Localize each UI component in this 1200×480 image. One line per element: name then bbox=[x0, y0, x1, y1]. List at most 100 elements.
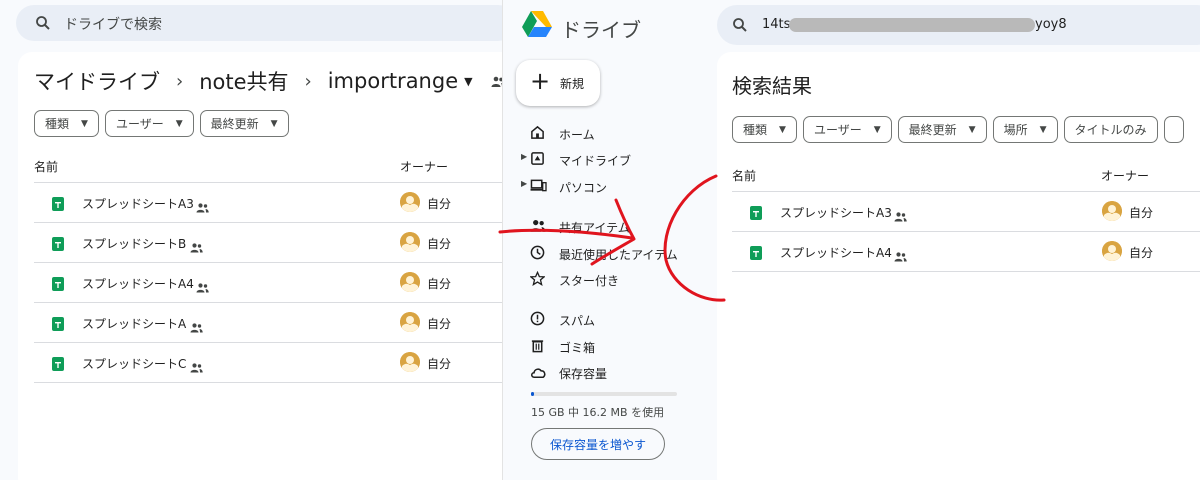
shared-people-icon bbox=[894, 247, 907, 266]
sidebar-item-storage[interactable]: 保存容量 bbox=[503, 361, 718, 385]
sidebar-item-label: マイドライブ bbox=[559, 154, 632, 168]
filter-user[interactable]: ユーザー ▼ bbox=[802, 116, 892, 143]
sidebar-item-my-drive[interactable]: ▶ マイドライブ bbox=[503, 148, 718, 172]
new-button-label: 新規 bbox=[560, 77, 585, 91]
breadcrumb-my-drive[interactable]: マイドライブ bbox=[34, 66, 160, 96]
sidebar-item-label: 最近使用したアイテム bbox=[559, 248, 678, 262]
computer-icon bbox=[530, 178, 547, 197]
filter-modified-label: 最終更新 bbox=[210, 117, 259, 131]
breadcrumb-note-shared[interactable]: note共有 bbox=[199, 66, 288, 96]
owner-avatar bbox=[400, 232, 420, 252]
filter-title-only[interactable]: タイトルのみ bbox=[1063, 116, 1158, 143]
sidebar-item-label: 共有アイテム bbox=[559, 221, 630, 235]
owner-name: 自分 bbox=[427, 317, 452, 331]
sidebar-item-label: パソコン bbox=[559, 181, 608, 195]
table-row[interactable]: スプレッドシートA4 自分 bbox=[732, 232, 1200, 272]
breadcrumb-separator-icon: › bbox=[176, 70, 184, 92]
filter-type[interactable]: 種類 ▼ bbox=[34, 110, 99, 137]
right-drive-window: 14tsr yoy8 検索結果 種類 ▼ ユーザー ▼ 最終更新 ▼ 場所 ▼ タイトル… bbox=[717, 0, 1200, 480]
owner-avatar bbox=[400, 352, 420, 372]
search-icon bbox=[731, 16, 749, 38]
sidebar-item-computers[interactable]: ▶ パソコン bbox=[503, 175, 718, 199]
sidebar-item-trash[interactable]: ゴミ箱 bbox=[503, 335, 718, 359]
file-name: スプレッドシートC bbox=[82, 357, 187, 371]
sheets-file-icon bbox=[52, 196, 64, 215]
column-header-name[interactable]: 名前 bbox=[34, 158, 58, 175]
my-drive-icon bbox=[530, 151, 545, 170]
owner-name: 自分 bbox=[427, 277, 452, 291]
filter-modified-label: 最終更新 bbox=[908, 123, 957, 137]
redaction-mark bbox=[789, 18, 1035, 32]
breadcrumb-importrange[interactable]: importrange bbox=[328, 69, 458, 93]
filter-type[interactable]: 種類 ▼ bbox=[732, 116, 797, 143]
sidebar-item-label: スパム bbox=[559, 314, 596, 328]
get-more-storage-button[interactable]: 保存容量を増やす bbox=[531, 428, 665, 460]
filter-type-label: 種類 bbox=[45, 117, 70, 131]
dropdown-icon: ▼ bbox=[81, 118, 88, 129]
shared-people-icon bbox=[196, 278, 209, 297]
sidebar-item-label: ゴミ箱 bbox=[559, 341, 596, 355]
search-bar[interactable]: ドライブで検索 bbox=[16, 5, 516, 41]
sheets-file-icon bbox=[52, 276, 64, 295]
filter-modified[interactable]: 最終更新 ▼ bbox=[897, 116, 987, 143]
owner-avatar bbox=[400, 272, 420, 292]
table-row[interactable]: スプレッドシートA 自分 bbox=[34, 303, 518, 343]
owner-avatar bbox=[1102, 241, 1122, 261]
left-drive-window: ドライブで検索 マイドライブ › note共有 › importrange ▼ … bbox=[0, 0, 518, 480]
dropdown-icon: ▼ bbox=[873, 124, 881, 135]
table-row[interactable]: スプレッドシートA3 自分 bbox=[34, 183, 518, 223]
column-header-owner[interactable]: オーナー bbox=[400, 158, 448, 175]
cloud-icon bbox=[530, 364, 547, 383]
table-row[interactable]: スプレッドシートA3 自分 bbox=[732, 192, 1200, 232]
filter-more[interactable] bbox=[1163, 116, 1184, 143]
file-name: スプレッドシートA4 bbox=[82, 277, 194, 291]
owner-name: 自分 bbox=[427, 237, 452, 251]
filter-location-label: 場所 bbox=[1003, 123, 1028, 137]
sidebar-item-label: スター付き bbox=[559, 274, 620, 288]
filter-modified[interactable]: 最終更新 ▼ bbox=[199, 110, 289, 137]
owner-name: 自分 bbox=[427, 197, 452, 211]
owner-name: 自分 bbox=[427, 357, 452, 371]
filter-chips: 種類 ▼ ユーザー ▼ 最終更新 ▼ 場所 ▼ タイトルのみ bbox=[732, 116, 1184, 143]
sidebar-item-home[interactable]: ホーム bbox=[503, 122, 718, 146]
storage-usage-fill bbox=[531, 392, 534, 396]
owner-name: 自分 bbox=[1129, 246, 1154, 260]
clock-icon bbox=[530, 245, 545, 264]
sidebar-item-spam[interactable]: スパム bbox=[503, 308, 718, 332]
storage-usage-bar bbox=[531, 392, 677, 396]
expand-arrow-icon[interactable]: ▶ bbox=[521, 152, 527, 161]
table-row[interactable]: スプレッドシートC 自分 bbox=[34, 343, 518, 383]
drive-logo-icon bbox=[521, 10, 553, 42]
file-name: スプレッドシートA4 bbox=[780, 246, 892, 260]
sheets-file-icon bbox=[750, 205, 762, 224]
filter-user-label: ユーザー bbox=[813, 123, 862, 137]
sidebar-item-shared[interactable]: 共有アイテム bbox=[503, 215, 718, 239]
sidebar-item-label: ホーム bbox=[559, 128, 595, 142]
filter-location[interactable]: 場所 ▼ bbox=[992, 116, 1058, 143]
file-name: スプレッドシートA3 bbox=[780, 206, 892, 220]
column-header-owner[interactable]: オーナー bbox=[1101, 167, 1149, 184]
star-icon bbox=[529, 270, 546, 290]
new-button[interactable]: + 新規 bbox=[516, 60, 600, 106]
breadcrumb-separator-icon: › bbox=[304, 70, 312, 92]
dropdown-icon: ▼ bbox=[779, 124, 786, 135]
sidebar-item-starred[interactable]: スター付き bbox=[503, 268, 718, 292]
filter-chips: 種類 ▼ ユーザー ▼ 最終更新 ▼ bbox=[34, 110, 289, 137]
page-title: 検索結果 bbox=[732, 74, 812, 98]
sidebar-item-label: 保存容量 bbox=[559, 367, 608, 381]
caret-down-icon[interactable]: ▼ bbox=[464, 75, 472, 88]
table-row[interactable]: スプレッドシートA4 自分 bbox=[34, 263, 518, 303]
shared-people-icon bbox=[530, 218, 546, 237]
owner-name: 自分 bbox=[1129, 206, 1154, 220]
app-name: ドライブ bbox=[561, 18, 641, 42]
search-bar[interactable]: 14tsr yoy8 bbox=[717, 5, 1200, 45]
sheets-file-icon bbox=[750, 245, 762, 264]
expand-arrow-icon[interactable]: ▶ bbox=[521, 179, 527, 188]
search-placeholder: ドライブで検索 bbox=[64, 17, 162, 33]
sidebar-item-recent[interactable]: 最近使用したアイテム bbox=[503, 242, 718, 266]
column-header-name[interactable]: 名前 bbox=[732, 167, 756, 184]
file-name: スプレッドシートA3 bbox=[82, 197, 194, 211]
filter-user[interactable]: ユーザー ▼ bbox=[104, 110, 194, 137]
search-results-panel: 検索結果 種類 ▼ ユーザー ▼ 最終更新 ▼ 場所 ▼ タイトルのみ 名前 オーナー … bbox=[717, 52, 1200, 480]
table-row[interactable]: スプレッドシートB 自分 bbox=[34, 223, 518, 263]
